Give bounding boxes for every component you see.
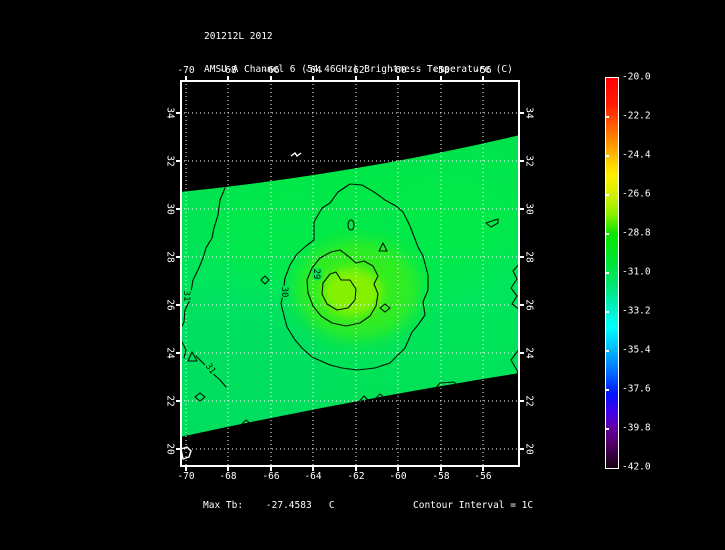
lat-tick-right: 20 — [523, 443, 535, 455]
lon-tick-top: -70 — [177, 65, 195, 76]
lon-tick-bottom: -62 — [347, 471, 365, 482]
colorbar-tick — [606, 194, 609, 196]
colorbar-label: -37.6 — [622, 383, 651, 395]
colorbar-label: -39.8 — [622, 422, 651, 434]
colorbar-tick — [606, 350, 609, 352]
lat-tick-right: 26 — [523, 299, 535, 311]
contour-label-30: 30 — [279, 287, 289, 298]
colorbar-tick — [606, 155, 609, 157]
colorbar-label: -22.2 — [622, 110, 651, 122]
lat-tick-left: 24 — [164, 347, 176, 359]
lat-tick-right: 28 — [523, 251, 535, 263]
app-canvas: 201212L 2012 AMSU-A Channel 6 (54.46GHz)… — [0, 0, 725, 550]
colorbar-tick — [606, 233, 609, 235]
lon-tick-top: -58 — [432, 65, 450, 76]
contour-label-31-upper: 31 — [181, 291, 191, 302]
colorbar-tick — [606, 116, 609, 118]
lat-tick-left: 26 — [164, 299, 176, 311]
lat-tick-right: 30 — [523, 203, 535, 215]
lon-tick-top: -60 — [389, 65, 407, 76]
colorbar-label: -33.2 — [622, 305, 651, 317]
colorbar-label: -24.4 — [622, 149, 651, 161]
storm-id: 201212L 2012 — [204, 31, 273, 42]
lon-tick-bottom: -68 — [219, 471, 237, 482]
colorbar-label: -26.6 — [622, 188, 651, 200]
colorbar-label: -20.0 — [622, 71, 651, 83]
lat-tick-left: 20 — [164, 443, 176, 455]
lon-tick-top: -56 — [474, 65, 492, 76]
lon-tick-bottom: -70 — [177, 471, 195, 482]
lat-tick-left: 28 — [164, 251, 176, 263]
lon-tick-bottom: -56 — [474, 471, 492, 482]
lat-tick-right: 32 — [523, 155, 535, 167]
colorbar-tick — [606, 272, 609, 274]
lon-tick-bottom: -64 — [304, 471, 322, 482]
map-plot: 30 29 31 31 — [176, 76, 524, 471]
colorbar-label: -31.0 — [622, 266, 651, 278]
contour-interval-label: Contour Interval = 1C — [413, 500, 534, 511]
lon-tick-top: -64 — [304, 65, 322, 76]
colorbar-label: -28.8 — [622, 227, 651, 239]
lat-tick-right: 24 — [523, 347, 535, 359]
lat-tick-left: 32 — [164, 155, 176, 167]
lat-tick-left: 30 — [164, 203, 176, 215]
lon-tick-top: -62 — [347, 65, 365, 76]
lat-tick-left: 22 — [164, 395, 176, 407]
contour-label-29: 29 — [311, 269, 321, 280]
colorbar-tick — [606, 311, 609, 313]
lon-tick-top: -66 — [262, 65, 280, 76]
colorbar-tick — [606, 389, 609, 391]
colorbar-label: -35.4 — [622, 344, 651, 356]
lon-tick-top: -68 — [219, 65, 237, 76]
colorbar-label: -42.0 — [622, 461, 651, 473]
max-tb-label: Max Tb: -27.4583 C — [203, 500, 335, 511]
lon-tick-bottom: -66 — [262, 471, 280, 482]
colorbar-tick — [606, 428, 609, 430]
lon-tick-bottom: -58 — [432, 471, 450, 482]
lat-tick-right: 22 — [523, 395, 535, 407]
lon-tick-bottom: -60 — [389, 471, 407, 482]
colorbar — [605, 77, 619, 469]
lat-tick-right: 34 — [523, 107, 535, 119]
lat-tick-left: 34 — [164, 107, 176, 119]
